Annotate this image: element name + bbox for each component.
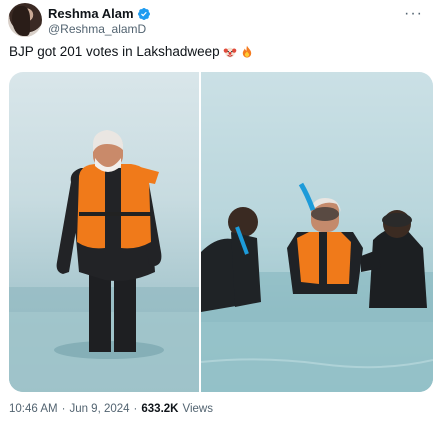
author-handle[interactable]: @Reshma_alamD bbox=[48, 22, 146, 36]
tweet-time[interactable]: 10:46 AM bbox=[9, 403, 58, 415]
tweet-media[interactable] bbox=[9, 72, 433, 392]
photo-left-illustration bbox=[9, 130, 199, 392]
author-name-row[interactable]: Reshma Alam bbox=[48, 6, 151, 21]
fire-emoji bbox=[242, 45, 251, 58]
views-count[interactable]: 633.2K bbox=[141, 403, 178, 415]
views-label: Views bbox=[182, 403, 213, 415]
author-name[interactable]: Reshma Alam bbox=[48, 6, 134, 21]
photo-man-in-life-jacket-wading[interactable] bbox=[9, 72, 199, 392]
tweet-text: BJP got 201 votes in Lakshadweep bbox=[9, 44, 220, 59]
tweet-text-row: BJP got 201 votes in Lakshadweep bbox=[9, 44, 254, 59]
tweet-header: Reshma Alam @Reshma_alamD ··· bbox=[8, 3, 425, 39]
verified-badge-icon bbox=[137, 7, 150, 20]
photo-man-snorkeling-with-divers[interactable] bbox=[201, 72, 433, 392]
more-options-icon[interactable]: ··· bbox=[404, 6, 423, 22]
meta-separator: · bbox=[61, 403, 66, 415]
tweet-date[interactable]: Jun 9, 2024 bbox=[69, 403, 129, 415]
meta-separator: · bbox=[133, 403, 138, 415]
avatar[interactable] bbox=[8, 3, 42, 37]
tweet-meta: 10:46 AM · Jun 9, 2024 · 633.2K Views bbox=[9, 403, 213, 415]
clown-face-emoji bbox=[223, 47, 236, 58]
photo-right-illustration bbox=[201, 72, 433, 392]
